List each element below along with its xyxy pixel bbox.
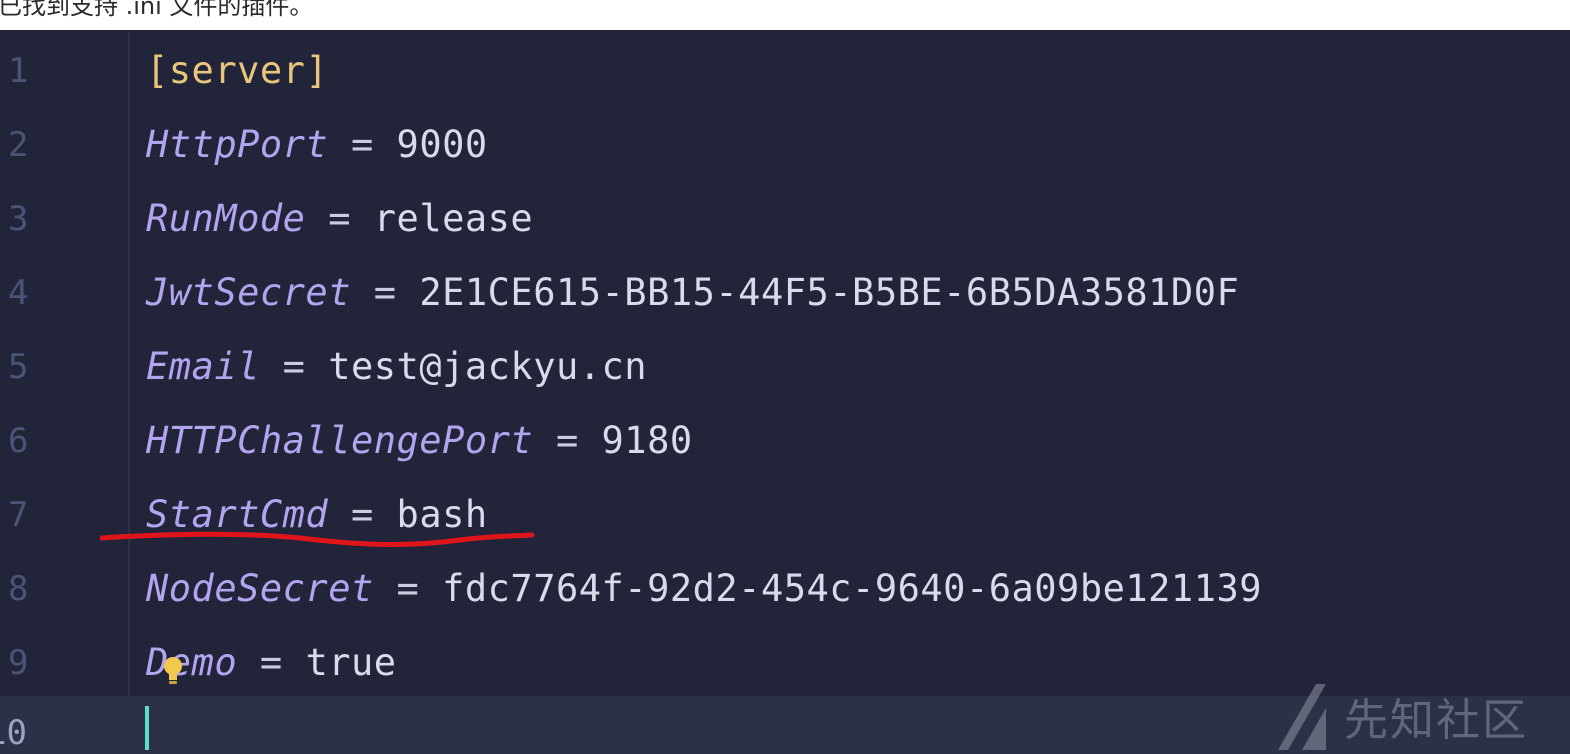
line-number: 6	[8, 421, 29, 461]
config-value: 9000	[396, 123, 488, 166]
line-number: 9	[8, 643, 29, 683]
config-key: Email	[146, 345, 260, 388]
config-value: 9180	[601, 419, 693, 462]
code-line[interactable]: 4 JwtSecret = 2E1CE615-BB15-44F5-B5BE-6B…	[0, 256, 1570, 330]
section-header: [server]	[146, 49, 329, 92]
config-key: JwtSecret	[146, 271, 351, 314]
code-text[interactable]: HttpPort = 9000	[146, 108, 488, 182]
notification-strip: 已找到支持 .ini 文件的插件。	[0, 0, 1570, 30]
ini-editor-screenshot: 已找到支持 .ini 文件的插件。 1 [server] 2 HttpPort …	[0, 0, 1570, 754]
assign-operator: =	[259, 345, 329, 388]
config-value: true	[305, 641, 397, 684]
assign-operator: =	[237, 641, 306, 684]
watermark-text: 先知社区	[1344, 695, 1528, 746]
config-value: fdc7764f-92d2-454c-9640-6a09be121139	[442, 567, 1263, 610]
line-number: 10	[0, 713, 27, 753]
watermark-logo-icon	[1278, 684, 1326, 750]
red-underline-annotation	[100, 531, 535, 547]
lightbulb-icon[interactable]	[160, 654, 186, 688]
code-line[interactable]: 1 [server]	[0, 34, 1570, 108]
assign-operator: =	[305, 197, 374, 240]
config-value: test@jackyu.cn	[328, 345, 648, 388]
line-number: 5	[8, 347, 29, 387]
line-number: 8	[8, 569, 29, 609]
code-text[interactable]: NodeSecret = fdc7764f-92d2-454c-9640-6a0…	[146, 552, 1262, 626]
notification-text: 已找到支持 .ini 文件的插件。	[0, 0, 314, 20]
assign-operator: =	[373, 567, 443, 610]
text-cursor	[145, 706, 149, 750]
code-text[interactable]: JwtSecret = 2E1CE615-BB15-44F5-B5BE-6B5D…	[146, 256, 1239, 330]
site-watermark: 先知社区	[1272, 680, 1562, 754]
code-line[interactable]: 8 NodeSecret = fdc7764f-92d2-454c-9640-6…	[0, 552, 1570, 626]
line-number: 2	[8, 125, 29, 165]
code-line[interactable]: 2 HttpPort = 9000	[0, 108, 1570, 182]
assign-operator: =	[350, 271, 420, 314]
code-text[interactable]: Email = test@jackyu.cn	[146, 330, 647, 404]
code-line[interactable]: 6 HTTPChallengePort = 9180	[0, 404, 1570, 478]
code-text[interactable]: HTTPChallengePort = 9180	[146, 404, 693, 478]
config-key: NodeSecret	[146, 567, 374, 610]
assign-operator: =	[328, 123, 397, 166]
config-key: HttpPort	[146, 123, 329, 166]
code-text[interactable]: [server]	[146, 34, 328, 108]
line-number: 7	[8, 495, 29, 535]
config-key: HTTPChallengePort	[146, 419, 534, 462]
config-value: release	[373, 197, 534, 240]
line-number: 1	[8, 51, 29, 91]
config-value: 2E1CE615-BB15-44F5-B5BE-6B5DA3581D0F	[419, 271, 1240, 314]
assign-operator: =	[533, 419, 602, 462]
code-line[interactable]: 3 RunMode = release	[0, 182, 1570, 256]
config-key: RunMode	[146, 197, 306, 240]
code-line[interactable]: 5 Email = test@jackyu.cn	[0, 330, 1570, 404]
code-text[interactable]: RunMode = release	[146, 182, 533, 256]
line-number: 3	[8, 199, 29, 239]
line-number: 4	[8, 273, 29, 313]
